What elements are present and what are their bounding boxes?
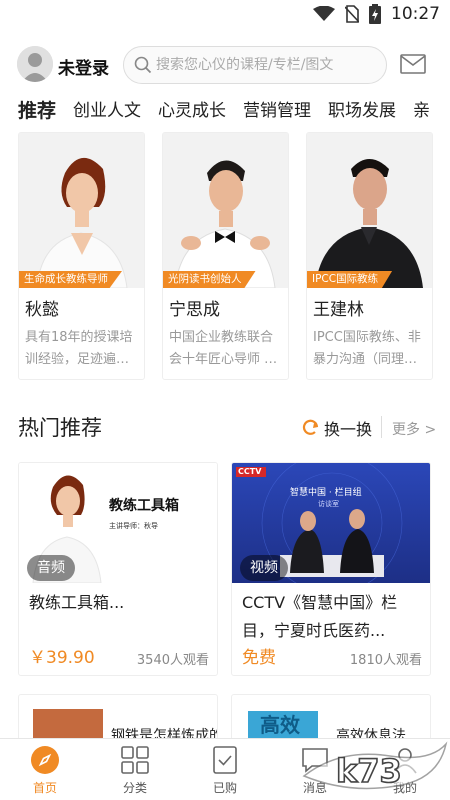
watermark-text: k73 [336, 752, 402, 790]
search-icon [134, 56, 152, 74]
compass-icon [31, 746, 59, 774]
tab-recommended[interactable]: 推荐 [18, 96, 56, 130]
grid-icon [121, 746, 149, 774]
thumb-banner: 智慧中国 · 栏目组 [290, 488, 362, 498]
nav-label: 分类 [122, 781, 147, 795]
thumb-subtitle: 主讲导师：秋导 [109, 522, 158, 530]
status-time: 10:27 [391, 4, 440, 24]
no-sim-icon [345, 5, 359, 23]
course-card[interactable]: 教练工具箱 主讲导师：秋导 音频 教练工具箱... ￥39.90 3540人观看 [18, 462, 218, 676]
status-bar: 10:27 [0, 0, 450, 32]
media-type-tag: 视频 [240, 555, 288, 581]
nav-purchased[interactable]: 已购 [180, 739, 270, 800]
battery-charging-icon [369, 4, 381, 24]
watermark-logo: k73 [300, 736, 448, 798]
teacher-name: 秋懿 [25, 300, 59, 320]
nav-home[interactable]: 首页 [0, 739, 90, 800]
mail-icon[interactable] [400, 54, 426, 74]
section-title-hot: 热门推荐 [18, 416, 102, 440]
teacher-carousel: 生命成长教练导师 秋懿 具有18年的授课培训经验，足迹遍… 光阴读书创始人 宁思… [18, 132, 450, 382]
refresh-button[interactable]: 换一换 [302, 416, 372, 440]
login-status-label[interactable]: 未登录 [58, 54, 109, 79]
course-thumbnail: CCTV 智慧中国 · 栏目组 访谈室 视频 [232, 463, 430, 583]
avatar[interactable] [17, 46, 53, 82]
course-card[interactable]: CCTV 智慧中国 · 栏目组 访谈室 视频 CCTV《智慧中国》栏目，宁夏时氏… [231, 462, 431, 676]
teacher-badge: IPCC国际教练 [307, 271, 393, 288]
search-input[interactable] [156, 47, 382, 83]
tab-spiritual-growth[interactable]: 心灵成长 [158, 96, 226, 130]
teacher-name: 宁思成 [169, 300, 220, 320]
course-thumbnail: 教练工具箱 主讲导师：秋导 音频 [19, 463, 217, 583]
teacher-badge: 光阴读书创始人 [163, 271, 256, 288]
teacher-card[interactable]: 生命成长教练导师 秋懿 具有18年的授课培训经验，足迹遍… [18, 132, 145, 380]
teacher-desc: IPCC国际教练、非暴力沟通（同理… [313, 330, 421, 367]
tab-entrepreneurship[interactable]: 创业人文 [73, 96, 141, 130]
media-type-tag: 音频 [27, 555, 75, 581]
wifi-icon [313, 6, 335, 21]
teacher-photo: 光阴读书创始人 [163, 133, 288, 288]
category-tabs: 推荐 创业人文 心灵成长 营销管理 职场发展 亲 [18, 96, 450, 130]
teacher-photo: 生命成长教练导师 [19, 133, 144, 288]
default-avatar-icon [17, 46, 53, 82]
teacher-card[interactable]: 光阴读书创始人 宁思成 中国企业教练联合会十年匠心导师 … [162, 132, 289, 380]
teacher-name: 王建林 [313, 300, 364, 320]
refresh-label: 换一换 [324, 420, 373, 439]
teacher-badge: 生命成长教练导师 [19, 271, 122, 288]
thumb-subtitle: 访谈室 [318, 500, 339, 508]
book-cover-text: 高效 [260, 713, 300, 737]
tab-career[interactable]: 职场发展 [328, 96, 396, 130]
nav-label: 首页 [32, 781, 57, 795]
refresh-icon [302, 419, 319, 435]
course-price: ￥39.90 [29, 648, 95, 668]
app-screen: 10:27 未登录 推荐 创业人文 心灵成长 营销管理 职场发展 亲 [0, 0, 450, 800]
nav-label: 已购 [212, 781, 237, 795]
course-title: 教练工具箱... [29, 593, 125, 612]
teacher-desc: 具有18年的授课培训经验，足迹遍… [25, 330, 133, 367]
tab-parenting[interactable]: 亲 [413, 96, 430, 130]
course-title: CCTV《智慧中国》栏目，宁夏时氏医药... [242, 593, 398, 640]
search-bar[interactable] [123, 46, 387, 84]
cctv-logo: CCTV [238, 467, 262, 476]
thumb-title: 教练工具箱 [109, 498, 179, 514]
course-views: 1810人观看 [349, 653, 422, 668]
top-header: 未登录 [0, 44, 450, 88]
course-price: 免费 [242, 648, 276, 668]
divider [381, 416, 382, 438]
teacher-photo: IPCC国际教练 [307, 133, 432, 288]
teacher-card[interactable]: IPCC国际教练 王建林 IPCC国际教练、非暴力沟通（同理… [306, 132, 433, 380]
teacher-desc: 中国企业教练联合会十年匠心导师 … [169, 330, 278, 367]
nav-category[interactable]: 分类 [90, 739, 180, 800]
more-link[interactable]: 更多 > [392, 419, 436, 439]
purchased-icon [213, 746, 237, 774]
tab-marketing[interactable]: 营销管理 [243, 96, 311, 130]
course-views: 3540人观看 [136, 653, 209, 668]
